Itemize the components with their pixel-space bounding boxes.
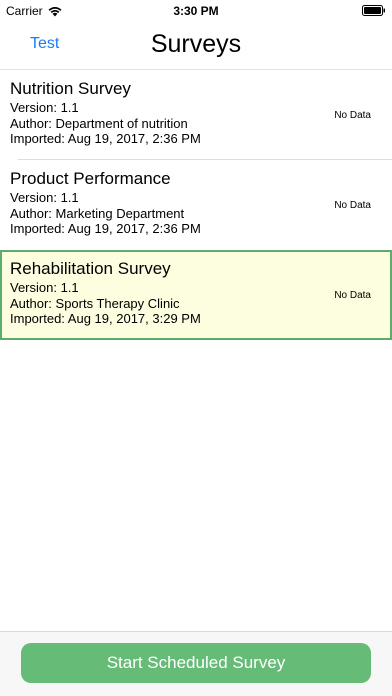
battery-icon (362, 5, 385, 16)
page-title: Surveys (150, 30, 242, 58)
survey-title: Product Performance (10, 169, 171, 188)
status-time: 3:30 PM (173, 4, 219, 18)
survey-row-nutrition[interactable]: Nutrition Survey Version: 1.1 Author: De… (0, 70, 392, 160)
status-bar: Carrier 3:30 PM (0, 0, 392, 22)
bottom-toolbar: Start Scheduled Survey (0, 631, 392, 696)
survey-row-rehabilitation[interactable]: Rehabilitation Survey Version: 1.1 Autho… (0, 250, 392, 340)
survey-status: No Data (334, 290, 371, 301)
survey-title: Nutrition Survey (10, 79, 131, 98)
status-right (362, 5, 386, 19)
survey-author: Author: Department of nutrition (10, 115, 188, 131)
survey-version: Version: 1.1 (10, 100, 79, 115)
survey-imported: Imported: Aug 19, 2017, 3:29 PM (10, 311, 201, 326)
survey-imported: Imported: Aug 19, 2017, 2:36 PM (10, 131, 201, 146)
survey-status: No Data (334, 200, 371, 211)
survey-imported: Imported: Aug 19, 2017, 2:36 PM (10, 221, 201, 236)
navigation-bar: Test Surveys (0, 22, 392, 70)
survey-list: Nutrition Survey Version: 1.1 Author: De… (0, 70, 392, 340)
survey-author: Author: Sports Therapy Clinic (10, 295, 180, 311)
survey-author: Author: Marketing Department (10, 205, 185, 221)
start-scheduled-survey-button[interactable]: Start Scheduled Survey (21, 643, 371, 683)
survey-row-product-performance[interactable]: Product Performance Version: 1.1 Author:… (0, 160, 392, 250)
screen: Carrier 3:30 PM Test Surveys Nutrition S… (0, 0, 392, 696)
survey-version: Version: 1.1 (10, 190, 79, 205)
survey-version: Version: 1.1 (10, 280, 79, 295)
survey-title: Rehabilitation Survey (10, 259, 171, 278)
survey-status: No Data (334, 110, 371, 121)
